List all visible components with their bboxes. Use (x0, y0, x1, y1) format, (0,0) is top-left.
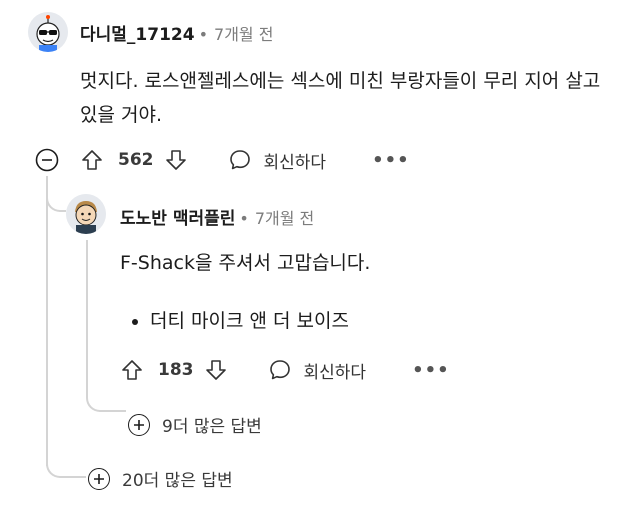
username[interactable]: 도노반 맥러플린 (120, 204, 235, 229)
downvote-button[interactable] (164, 148, 188, 172)
comment-meta: • 7개월 전 (198, 25, 274, 44)
timestamp: 7개월 전 (214, 25, 274, 44)
more-replies-label: 20더 많은 답변 (122, 471, 233, 491)
more-options-button[interactable]: ••• (412, 360, 450, 381)
avatar[interactable] (66, 194, 106, 234)
upvote-button[interactable] (80, 148, 104, 172)
thread-line[interactable] (86, 240, 88, 390)
comment-actions: 562 회신하다 ••• (80, 148, 410, 173)
upvote-icon (122, 360, 142, 380)
downvote-button[interactable] (204, 358, 228, 382)
timestamp: 7개월 전 (254, 209, 315, 228)
chat-bubble-icon (269, 360, 290, 380)
reply-label: 회신하다 (263, 152, 327, 173)
username[interactable]: 다니멀_17124 (80, 20, 195, 45)
reply-connector (46, 176, 66, 212)
plus-circle-icon (128, 413, 150, 436)
chat-bubble-icon (229, 150, 250, 170)
reply-body: F-Shack을 주셔서 고맙습니다. (120, 252, 371, 274)
cartoon-avatar-icon (66, 194, 106, 234)
collapse-button[interactable] (35, 148, 59, 176)
reply-actions: 183 회신하다 ••• (120, 358, 450, 383)
vote-count: 183 (158, 360, 194, 380)
downvote-icon (205, 360, 226, 380)
reply-button[interactable]: 회신하다 (228, 148, 327, 173)
vote-count: 562 (118, 150, 154, 170)
upvote-button[interactable] (120, 358, 144, 382)
reply-meta: • 7개월 전 (239, 209, 315, 228)
more-replies-button[interactable]: 20더 많은 답변 (88, 466, 233, 491)
reply-bullet-list: 더티 마이크 앤 더 보이즈 (128, 306, 528, 336)
thread-elbow (46, 450, 86, 478)
avatar[interactable] (28, 12, 68, 52)
plus-circle-icon (88, 467, 110, 490)
more-replies-button[interactable]: 9더 많은 답변 (128, 412, 262, 437)
more-options-button[interactable]: ••• (372, 150, 410, 171)
more-replies-label: 9더 많은 답변 (162, 417, 262, 437)
sunglasses-avatar-icon (28, 12, 68, 52)
collapse-icon (35, 148, 59, 172)
list-item: 더티 마이크 앤 더 보이즈 (150, 306, 528, 336)
thread-line[interactable] (46, 176, 48, 466)
downvote-icon (165, 150, 186, 170)
reply-label: 회신하다 (303, 362, 367, 383)
comment-body: 멋지다. 로스앤젤레스에는 섹스에 미친 부랑자들이 무리 지어 살고 있을 거… (80, 70, 601, 126)
reply-button[interactable]: 회신하다 (268, 358, 367, 383)
upvote-icon (82, 150, 102, 170)
thread-elbow (86, 384, 126, 412)
